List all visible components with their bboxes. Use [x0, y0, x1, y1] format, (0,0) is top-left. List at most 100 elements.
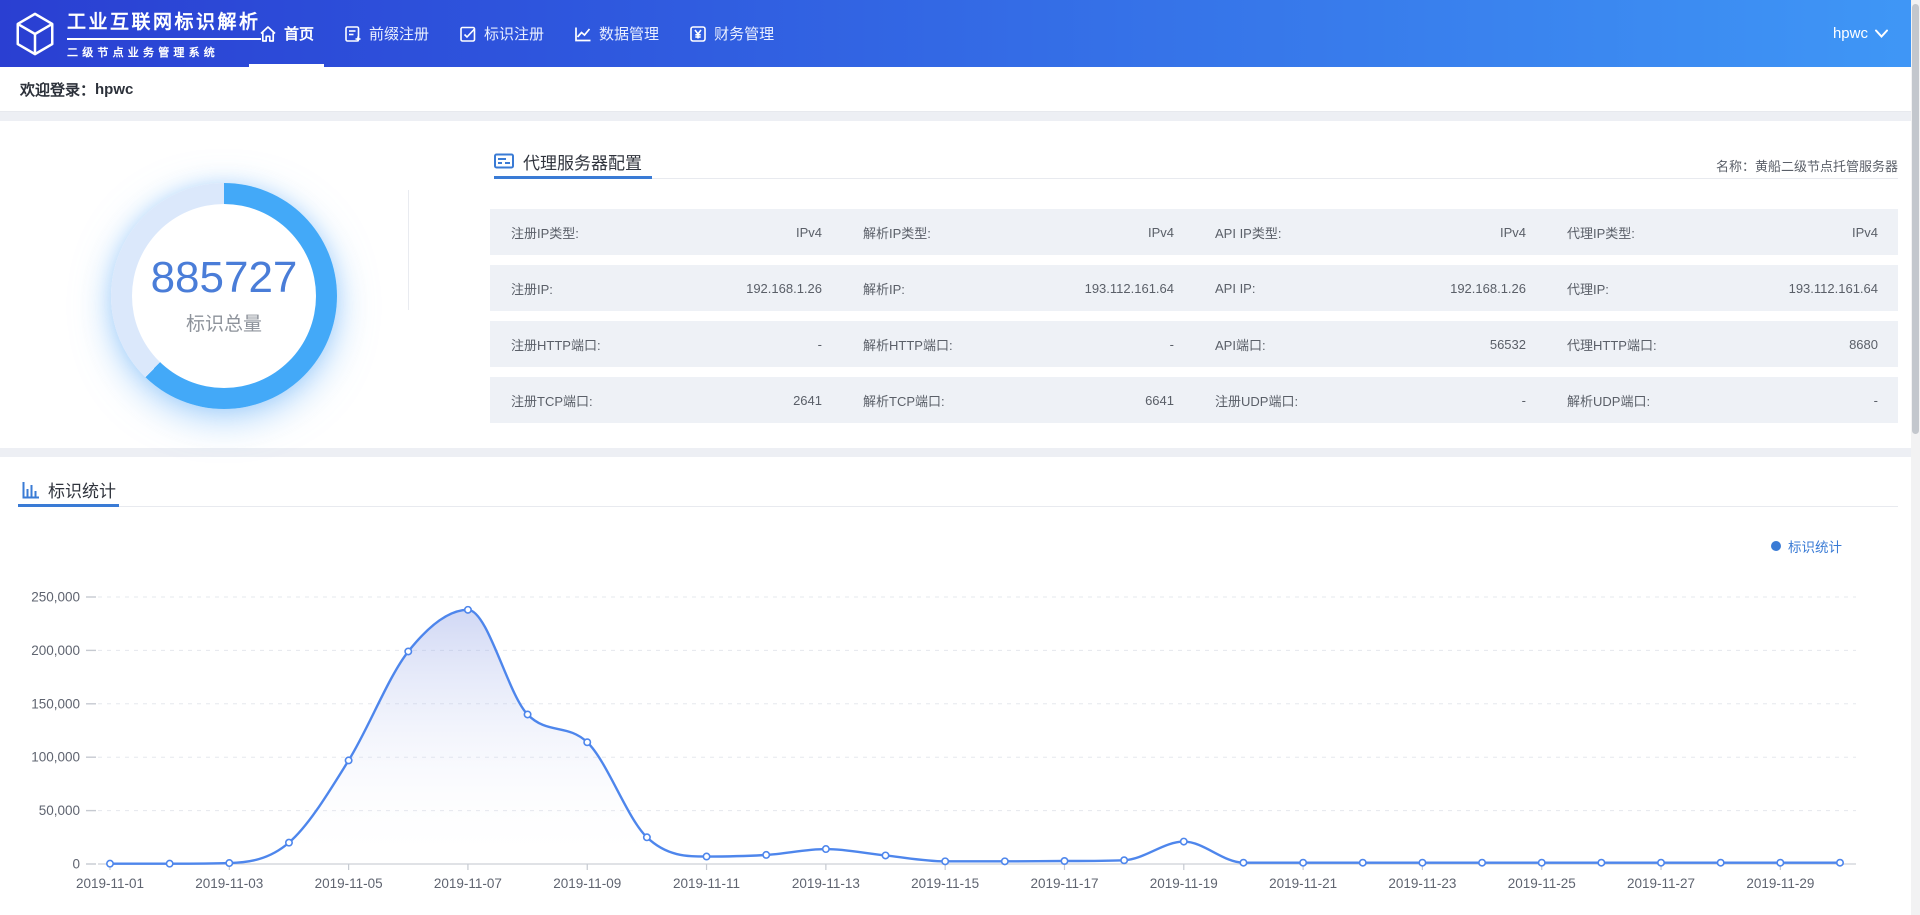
data-point[interactable] [644, 834, 650, 840]
nav-item-home[interactable]: 首页 [244, 0, 329, 67]
data-point[interactable] [1121, 857, 1127, 863]
cube-logo-icon [12, 11, 58, 57]
config-label: 注册HTTP端口: [511, 335, 601, 354]
config-label: API端口: [1215, 335, 1266, 354]
config-label: 解析TCP端口: [863, 391, 945, 410]
server-name-value: 黄船二级节点托管服务器 [1755, 159, 1898, 174]
nav: 首页 前缀注册标识注册数据管理财务管理 [244, 0, 789, 67]
logo-subtitle: 二级节点业务管理系统 [67, 38, 261, 60]
data-point[interactable] [942, 858, 948, 864]
config-cell: 代理HTTP端口:8680 [1546, 335, 1898, 354]
nav-item-finance-mgmt[interactable]: 财务管理 [674, 0, 789, 67]
data-point[interactable] [1061, 858, 1067, 864]
config-value: - [1874, 393, 1878, 408]
title-underline [18, 504, 119, 507]
config-cell: 注册IP:192.168.1.26 [490, 279, 842, 298]
logo-title: 工业互联网标识解析 [67, 7, 261, 34]
config-row: 注册IP:192.168.1.26 解析IP: 193.112.161.64 API … [490, 265, 1898, 311]
identifier-register-icon [459, 25, 477, 43]
data-point[interactable] [1777, 860, 1783, 866]
config-label: 解析UDP端口: [1567, 391, 1650, 410]
data-point[interactable] [524, 711, 530, 717]
x-axis-label: 2019-11-03 [195, 876, 263, 891]
config-cell: 解析IP: 193.112.161.64 [842, 279, 1194, 298]
data-point[interactable] [1360, 860, 1366, 866]
config-label: API IP: [1215, 281, 1255, 296]
x-axis-label: 2019-11-15 [911, 876, 979, 891]
data-point[interactable] [1598, 860, 1604, 866]
data-point[interactable] [1717, 860, 1723, 866]
config-cell: 解析TCP端口:6641 [842, 391, 1194, 410]
donut-center: 885727 标识总量 [132, 204, 316, 388]
config-cell: 代理IP类型:IPv4 [1546, 223, 1898, 242]
data-point[interactable] [1419, 860, 1425, 866]
y-axis-label: 150,000 [31, 696, 80, 711]
config-value: IPv4 [1148, 225, 1174, 240]
data-point[interactable] [286, 839, 292, 845]
data-point[interactable] [823, 846, 829, 852]
data-point[interactable] [1479, 860, 1485, 866]
config-label: 代理HTTP端口: [1567, 335, 1657, 354]
identifier-stats-line-chart[interactable]: 050,000100,000150,000200,000250,0002019-… [0, 457, 1920, 915]
nav-item-data-mgmt[interactable]: 数据管理 [559, 0, 674, 67]
data-point[interactable] [763, 852, 769, 858]
section-gap [0, 112, 1920, 121]
y-axis-label: 250,000 [31, 590, 80, 605]
x-axis-label: 2019-11-19 [1150, 876, 1218, 891]
data-point[interactable] [345, 757, 351, 763]
x-axis-label: 2019-11-27 [1627, 876, 1695, 891]
y-axis-label: 100,000 [31, 750, 80, 765]
nav-item-prefix-reg[interactable]: 前缀注册 [329, 0, 444, 67]
config-cell: 解析UDP端口: - [1546, 391, 1898, 410]
x-axis-label: 2019-11-23 [1388, 876, 1456, 891]
series-area [110, 610, 1840, 864]
header-divider [494, 178, 1898, 179]
config-value: - [1522, 393, 1526, 408]
x-axis-label: 2019-11-29 [1746, 876, 1814, 891]
data-point[interactable] [1300, 860, 1306, 866]
x-axis-label: 2019-11-07 [434, 876, 502, 891]
data-point[interactable] [1539, 860, 1545, 866]
config-value: 192.168.1.26 [746, 281, 822, 296]
data-point[interactable] [166, 860, 172, 866]
data-point[interactable] [1240, 860, 1246, 866]
data-point[interactable] [226, 860, 232, 866]
scrollbar-thumb[interactable] [1912, 4, 1919, 434]
config-value: 193.112.161.64 [1085, 281, 1174, 296]
data-point[interactable] [1181, 838, 1187, 844]
x-axis-label: 2019-11-21 [1269, 876, 1337, 891]
x-axis-label: 2019-11-09 [553, 876, 621, 891]
config-cell: API IP:192.168.1.26 [1194, 281, 1546, 296]
x-axis-label: 2019-11-13 [792, 876, 860, 891]
data-point[interactable] [584, 739, 590, 745]
data-point[interactable] [1002, 858, 1008, 864]
y-axis-label: 50,000 [39, 803, 80, 818]
config-value: 193.112.161.64 [1789, 281, 1878, 296]
top-navbar: 工业互联网标识解析 二级节点业务管理系统 首页前缀注册标识注册数据管理财务管理 … [0, 0, 1920, 67]
data-point[interactable] [405, 648, 411, 654]
config-cell: 解析IP类型:IPv4 [842, 223, 1194, 242]
scrollbar-track[interactable] [1911, 0, 1920, 915]
data-manage-icon [574, 25, 592, 43]
proxy-config-title: 代理服务器配置 [523, 149, 642, 174]
config-label: 解析HTTP端口: [863, 335, 953, 354]
vertical-divider [408, 190, 409, 310]
data-point[interactable] [1658, 860, 1664, 866]
config-row: 注册TCP端口:2641解析TCP端口:6641注册UDP端口:-解析UDP端口… [490, 377, 1898, 423]
server-name: 名称：黄船二级节点托管服务器 [1716, 156, 1898, 175]
data-point[interactable] [107, 860, 113, 866]
proxy-config-table: 注册IP类型:IPv4解析IP类型:IPv4API IP类型:IPv4代理IP类… [490, 209, 1898, 433]
x-axis-label: 2019-11-11 [673, 876, 740, 891]
user-menu[interactable]: hpwc [1833, 0, 1920, 67]
app-logo: 工业互联网标识解析 二级节点业务管理系统 [0, 0, 238, 67]
nav-item-label: 前缀注册 [369, 23, 429, 44]
config-value: IPv4 [1852, 225, 1878, 240]
data-point[interactable] [1837, 860, 1843, 866]
y-axis-label: 200,000 [31, 643, 80, 658]
data-point[interactable] [703, 853, 709, 859]
nav-item-id-reg[interactable]: 标识注册 [444, 0, 559, 67]
x-axis-label: 2019-11-01 [76, 876, 144, 891]
data-point[interactable] [465, 607, 471, 613]
config-label: 解析IP: [863, 279, 905, 298]
data-point[interactable] [882, 852, 888, 858]
